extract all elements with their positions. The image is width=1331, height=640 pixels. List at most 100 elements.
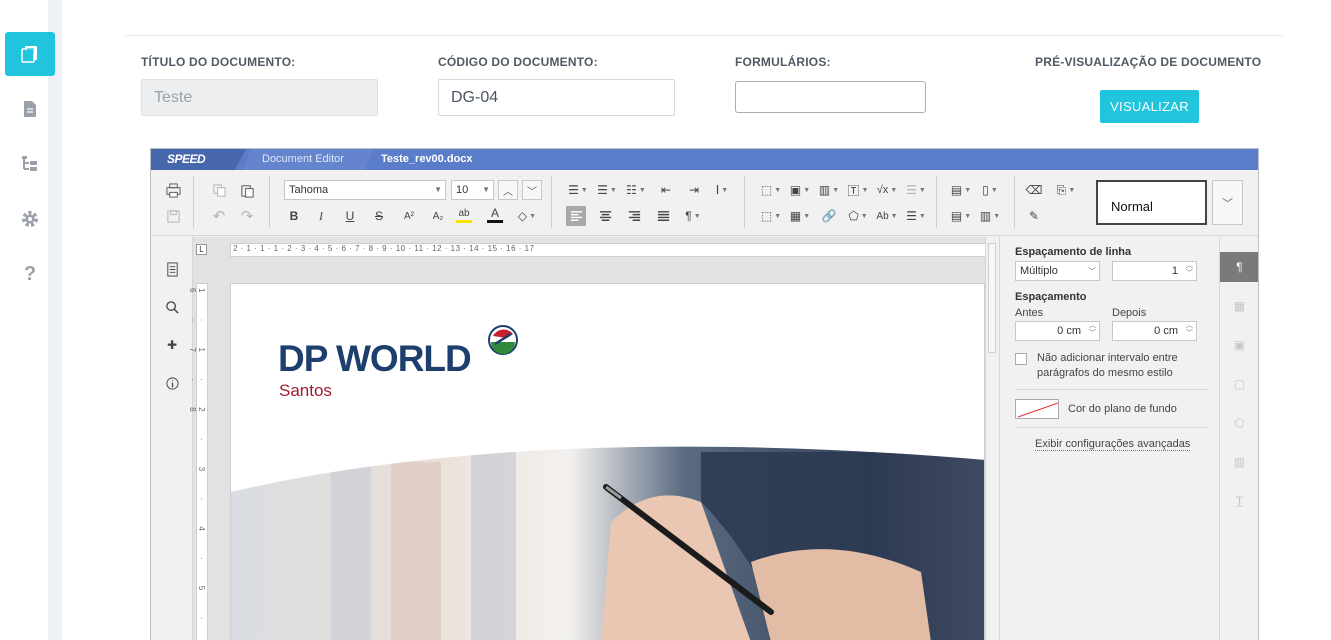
font-color-icon[interactable]: A	[487, 206, 503, 223]
editor-canvas[interactable]: L 2 · 1 · 1 · 1 · 2 · 3 · 4 · 5 · 6 · 7 …	[188, 237, 998, 640]
align-left-icon[interactable]	[566, 206, 586, 226]
subscript-icon[interactable]: A₂	[428, 206, 448, 226]
paste-icon[interactable]	[237, 180, 257, 200]
chevron-down-icon: ﹀	[1088, 267, 1096, 276]
shape-icon[interactable]: ⬠ ▼	[848, 206, 868, 226]
save-icon[interactable]	[163, 206, 183, 226]
redo-icon[interactable]: ↷	[237, 206, 257, 226]
multilevel-list-icon[interactable]: ☷ ▼	[626, 180, 646, 200]
strikethrough-icon[interactable]: S	[369, 206, 389, 226]
font-family-select[interactable]: Tahoma ▼	[284, 180, 446, 200]
tab-document-editor[interactable]: Document Editor	[243, 149, 373, 170]
line-spacing-value-input[interactable]: 1 ︿ ﹀	[1112, 261, 1197, 281]
margins-icon[interactable]: ▤ ▼	[951, 180, 971, 200]
vertical-ruler[interactable]: 1 · 1 · 2 · 3 · 4 · 5 · 6 · 7 · 8	[188, 283, 208, 640]
font-size-value: 10	[456, 184, 469, 196]
copy-icon[interactable]	[209, 180, 229, 200]
after-label: Depois	[1112, 307, 1147, 319]
equation-icon[interactable]: √x ▼	[877, 180, 897, 200]
orientation-icon[interactable]: ▯ ▼	[980, 180, 1000, 200]
tab-image[interactable]: ▣	[1220, 330, 1258, 360]
tab-table[interactable]: ▦	[1220, 291, 1258, 321]
sidebar-item-settings[interactable]	[5, 197, 55, 241]
textbox-icon[interactable]: 🅃 ▼	[848, 180, 869, 200]
superscript-icon[interactable]: A²	[399, 206, 419, 226]
spinner-arrows-icon[interactable]: ︿ ﹀	[1089, 322, 1096, 338]
paragraph-marks-icon[interactable]: ¶ ▼	[683, 206, 703, 226]
after-input[interactable]: 0 cm ︿ ﹀	[1112, 321, 1197, 341]
vertical-scrollbar[interactable]	[985, 237, 998, 640]
right-panel-tabs: ¶ ▦ ▣ ▢ ⬠ ▥ T̲	[1219, 237, 1258, 640]
sidebar-item-help[interactable]: ?	[5, 252, 55, 296]
underline-icon[interactable]: U	[340, 206, 360, 226]
textart-icon[interactable]: Ab ▼	[876, 206, 897, 226]
font-size-select[interactable]: 10 ▼	[451, 180, 494, 200]
line-spacing-title: Espaçamento de linha	[1015, 246, 1132, 258]
advanced-settings-link[interactable]: Exibir configurações avançadas	[1035, 438, 1191, 451]
tab-chart[interactable]: ▥	[1220, 447, 1258, 477]
columns-layout-icon[interactable]: ▥ ▼	[980, 206, 1000, 226]
page-size-icon[interactable]: ▤ ▼	[951, 206, 971, 226]
italic-icon[interactable]: I	[311, 206, 331, 226]
link-icon[interactable]: 🔗	[819, 206, 839, 226]
chart-icon[interactable]: ▥ ▼	[819, 180, 839, 200]
columns-icon[interactable]: ☰ ▼	[906, 180, 926, 200]
align-center-icon[interactable]	[595, 206, 615, 226]
code-input[interactable]: DG-04	[438, 79, 675, 116]
print-icon[interactable]	[163, 180, 183, 200]
eraser-icon[interactable]: ⌫	[1024, 180, 1044, 200]
decrease-indent-icon[interactable]: ⇤	[656, 180, 676, 200]
help-icon: ?	[23, 262, 37, 285]
numbered-list-icon[interactable]: ☰ ▼	[597, 180, 617, 200]
sidebar-item-documents[interactable]	[5, 32, 55, 76]
style-dropdown-button[interactable]: ﹀	[1212, 180, 1243, 225]
tab-file[interactable]: Teste_rev00.docx	[381, 149, 473, 170]
tab-header-footer[interactable]: ▢	[1220, 369, 1258, 399]
forms-select[interactable]	[735, 81, 926, 113]
dropcap-icon[interactable]: ☰ ▼	[906, 206, 926, 226]
preview-button[interactable]: VISUALIZAR	[1100, 90, 1199, 123]
background-color-picker[interactable]	[1015, 399, 1059, 419]
align-right-icon[interactable]	[624, 206, 644, 226]
tab-stop-corner[interactable]: L	[196, 244, 207, 255]
sidebar-item-file[interactable]	[5, 87, 55, 131]
horizontal-ruler[interactable]: 2 · 1 · 1 · 1 · 2 · 3 · 4 · 5 · 6 · 7 · …	[230, 243, 988, 257]
style-preview[interactable]: Normal	[1096, 180, 1207, 225]
toolbar-separator	[551, 176, 552, 228]
table-icon[interactable]: ▦ ▼	[790, 206, 810, 226]
line-spacing-mode-select[interactable]: Múltiplo ﹀	[1015, 261, 1100, 281]
page-break-icon[interactable]: ⬚ ▼	[761, 180, 781, 200]
title-input[interactable]: Teste	[141, 79, 378, 116]
plugin-icon[interactable]: ✚	[162, 335, 182, 355]
tab-paragraph[interactable]: ¶	[1220, 252, 1258, 282]
copy-style-icon[interactable]: ⎘ ▼	[1056, 180, 1076, 200]
bold-icon[interactable]: B	[284, 206, 304, 226]
info-icon[interactable]	[162, 373, 182, 393]
font-family-value: Tahoma	[289, 184, 329, 196]
justify-icon[interactable]	[653, 206, 673, 226]
clear-format-icon[interactable]: ◇ ▼	[517, 206, 537, 226]
sidebar-item-tree[interactable]	[5, 142, 55, 186]
font-increase-button[interactable]: ︿	[498, 180, 518, 200]
image-icon: ▣	[1233, 338, 1246, 352]
tab-shape[interactable]: ⬠	[1220, 408, 1258, 438]
format-painter-icon[interactable]: ✎	[1024, 206, 1044, 226]
increase-indent-icon[interactable]: ⇥	[684, 180, 704, 200]
highlight-icon[interactable]: ab	[456, 206, 472, 223]
search-icon[interactable]	[162, 297, 182, 317]
tab-textart[interactable]: T̲	[1220, 486, 1258, 516]
spinner-arrows-icon[interactable]: ︿ ﹀	[1186, 262, 1193, 278]
scrollbar-thumb[interactable]	[988, 243, 996, 353]
spinner-arrows-icon[interactable]: ︿ ﹀	[1186, 322, 1193, 338]
toolbar-separator	[269, 176, 270, 228]
no-interval-checkbox[interactable]	[1015, 353, 1027, 365]
bullet-list-icon[interactable]: ☰ ▼	[568, 180, 588, 200]
undo-icon[interactable]: ↶	[209, 206, 229, 226]
line-spacing-icon[interactable]: Ⅰ ▼	[712, 180, 732, 200]
image-icon[interactable]: ▣ ▼	[790, 180, 810, 200]
font-decrease-button[interactable]: ﹀	[522, 180, 542, 200]
before-input[interactable]: 0 cm ︿ ﹀	[1015, 321, 1100, 341]
document-page[interactable]: DP WORLD Santos	[230, 283, 985, 640]
document-icon[interactable]	[162, 259, 182, 279]
header-footer-icon[interactable]: ⬚ ▼	[761, 206, 781, 226]
